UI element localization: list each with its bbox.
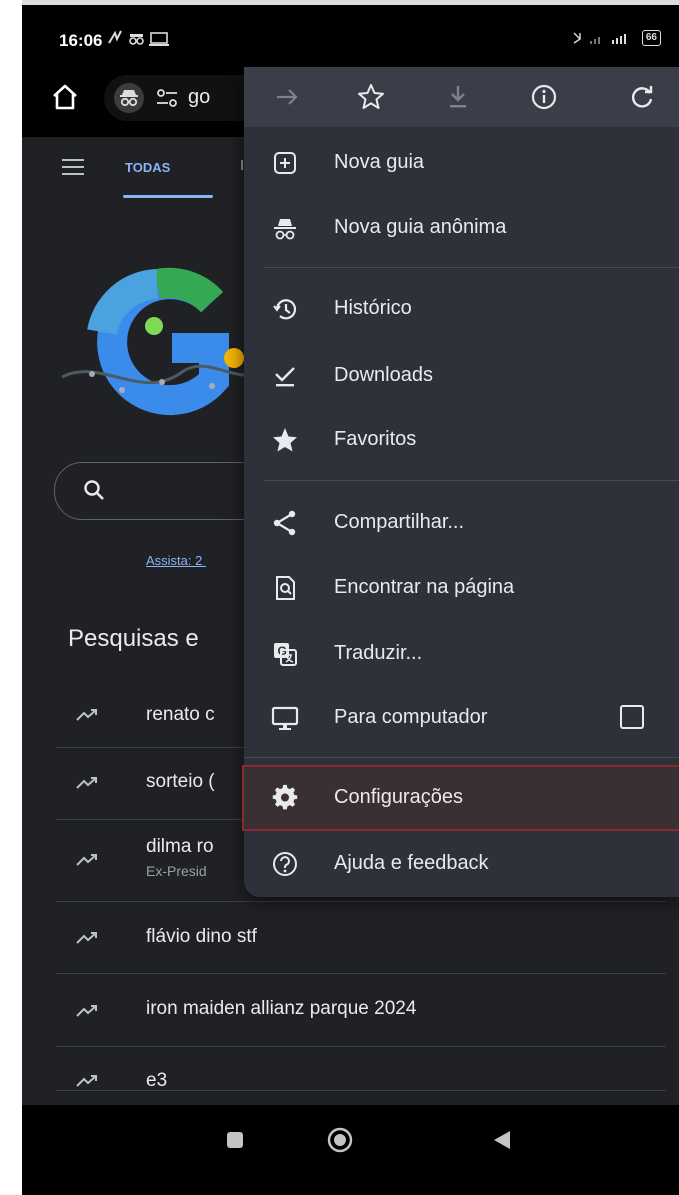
menu-item-para-computador[interactable]: Para computador [244,687,679,749]
trend-text: dilma ro [146,836,214,857]
trending-icon [76,932,97,944]
trend-subtitle: Ex-Presid [146,863,207,879]
gear-icon [272,784,298,810]
menu-item-label: Configurações [334,786,463,808]
battery-icon: 66 [641,30,661,46]
trend-text: e3 [146,1070,168,1091]
home-icon[interactable] [50,82,80,112]
menu-item-label: Compartilhar... [334,511,465,533]
phone-screen: 16:06 66 go TODAS I Assista: 2 Pesquisas… [22,0,679,1195]
menu-item-label: Favoritos [334,428,417,450]
tab-todas[interactable]: TODAS [125,160,170,175]
history-icon [273,299,297,320]
menu-divider [264,480,679,481]
menu-item-nova-guia-anonima[interactable]: Nova guia anônima [244,197,679,259]
status-time: 16:06 [59,31,103,50]
plus-box-icon [274,152,296,174]
star-icon[interactable] [356,82,386,112]
menu-item-nova-guia[interactable]: Nova guia [244,132,679,194]
desktop-site-checkbox[interactable] [620,705,644,729]
menu-item-compartilhar[interactable]: Compartilhar... [244,492,679,554]
trending-icon [76,854,97,866]
translate-icon: G [274,643,297,666]
star-filled-icon [273,428,297,452]
status-notification-icons [107,29,171,51]
help-icon [273,852,297,876]
status-system-icons: 66 [572,30,661,46]
home-nav-icon[interactable] [327,1127,353,1153]
menu-item-label: Downloads [334,364,433,386]
chrome-overflow-menu: Nova guia Nova guia anônima Histórico Do… [242,67,679,897]
menu-item-favoritos[interactable]: Favoritos [244,409,679,471]
hamburger-menu-icon[interactable] [62,159,84,175]
back-nav-icon[interactable] [492,1129,512,1151]
search-icon [84,480,104,500]
doodle-link[interactable]: Assista: 2 [146,553,206,568]
info-icon[interactable] [529,82,559,112]
menu-item-historico[interactable]: Histórico [244,278,679,340]
menu-divider [244,757,679,758]
desktop-icon [271,706,299,730]
trend-row[interactable]: e3 [56,1046,666,1091]
active-tab-indicator [123,195,213,198]
trending-icon [76,1075,97,1087]
incognito-badge [114,83,144,113]
trend-text: iron maiden allianz parque 2024 [146,998,417,1019]
menu-item-label: Encontrar na página [334,576,515,598]
trending-title: Pesquisas e [68,625,199,652]
android-nav-bar [22,1105,679,1195]
menu-item-ajuda-e-feedback[interactable]: Ajuda e feedback [244,833,679,895]
menu-divider [264,267,679,268]
incognito-icon [274,219,296,240]
status-bar: 16:06 66 [22,5,679,67]
trend-text: flávio dino stf [146,926,257,947]
trend-text: sorteio ( [146,771,215,792]
signal-icon [573,32,626,44]
menu-item-traduzir[interactable]: G Traduzir... [244,623,679,685]
omnibox-url[interactable]: go [188,86,210,109]
menu-item-label: Ajuda e feedback [334,852,489,874]
menu-item-encontrar-na-pagina[interactable]: Encontrar na página [244,557,679,619]
menu-icon-row [244,67,679,127]
trend-row[interactable]: flávio dino stf [56,901,666,974]
incognito-icon [120,90,138,107]
download-icon[interactable] [443,82,473,112]
recents-button[interactable] [227,1132,243,1148]
menu-item-label: Para computador [334,706,488,728]
trending-icon [76,709,97,721]
trending-icon [76,1005,97,1017]
share-icon [273,510,296,536]
menu-item-label: Nova guia [334,151,425,173]
menu-item-configuracoes[interactable]: Configurações [242,765,679,831]
forward-icon[interactable] [272,82,302,112]
notification-icons [108,30,169,46]
reload-icon[interactable] [627,82,657,112]
menu-item-label: Nova guia anônima [334,216,507,238]
trend-row[interactable]: iron maiden allianz parque 2024 [56,973,666,1047]
trending-icon [76,777,97,789]
menu-item-downloads[interactable]: Downloads [244,345,679,407]
download-check-icon [275,367,295,387]
find-in-page-icon [276,576,295,600]
menu-item-label: Histórico [334,297,412,319]
menu-item-label: Traduzir... [334,642,423,664]
site-settings-icon[interactable] [156,88,178,108]
trend-text: renato c [146,704,215,725]
